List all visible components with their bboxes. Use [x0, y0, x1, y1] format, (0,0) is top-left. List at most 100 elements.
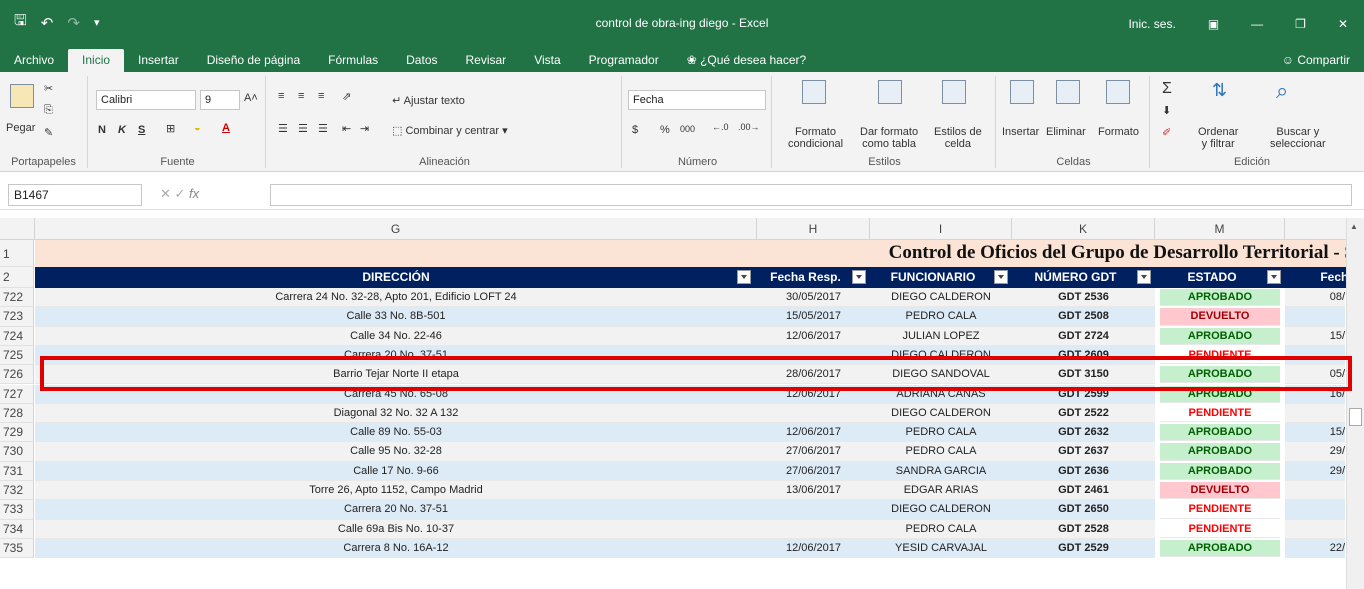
clear-icon[interactable]: ✐: [1162, 126, 1171, 139]
wrap-text-button[interactable]: ↵ Ajustar texto: [392, 94, 465, 107]
scrollbar-thumb[interactable]: [1349, 408, 1362, 426]
row-header[interactable]: 728: [0, 403, 34, 424]
row-header[interactable]: 734: [0, 519, 34, 539]
cell-direccion[interactable]: Calle 95 No. 32-28: [35, 442, 757, 462]
cell-fecha[interactable]: 13/06/2017: [757, 481, 870, 501]
cell-fecha2[interactable]: 15/: [1285, 326, 1345, 346]
filter-dropdown-icon[interactable]: [737, 270, 751, 284]
merge-center-button[interactable]: ⬚ Combinar y centrar ▾: [392, 124, 508, 137]
tab-formulas[interactable]: Fórmulas: [314, 49, 392, 72]
cell-funcionario[interactable]: PEDRO CALA: [870, 423, 1012, 443]
row-header-1[interactable]: 1: [0, 240, 34, 267]
increase-indent-icon[interactable]: ⇥: [360, 122, 369, 135]
row-header[interactable]: 729: [0, 423, 34, 443]
row-header-2[interactable]: 2: [0, 267, 34, 288]
name-box[interactable]: B1467: [8, 184, 142, 206]
paste-icon[interactable]: [10, 84, 34, 108]
autosum-icon[interactable]: Σ: [1162, 80, 1172, 98]
row-header[interactable]: 724: [0, 326, 34, 346]
cell-numero[interactable]: GDT 2536: [1012, 288, 1155, 308]
row-header[interactable]: 730: [0, 442, 34, 462]
cell-numero[interactable]: GDT 2529: [1012, 538, 1155, 559]
borders-icon[interactable]: ⊞: [166, 122, 175, 135]
cell-fecha[interactable]: 12/06/2017: [757, 423, 870, 443]
tab-programador[interactable]: Programador: [575, 49, 673, 72]
row-header[interactable]: 726: [0, 365, 34, 385]
cell-direccion[interactable]: Torre 26, Apto 1152, Campo Madrid: [35, 481, 757, 501]
filter-dropdown-icon[interactable]: [1137, 270, 1151, 284]
tab-diseno[interactable]: Diseño de página: [193, 49, 314, 72]
row-header[interactable]: 727: [0, 384, 34, 404]
cell-numero[interactable]: GDT 2528: [1012, 519, 1155, 539]
decrease-decimal-icon[interactable]: .00→: [738, 122, 760, 132]
status-badge[interactable]: APROBADO: [1160, 462, 1280, 480]
row-header[interactable]: 732: [0, 481, 34, 501]
sort-filter-button[interactable]: Ordenar y filtrar: [1198, 126, 1238, 150]
cell-fecha2[interactable]: 22/: [1285, 538, 1345, 559]
row-header[interactable]: 735: [0, 538, 34, 559]
cell-direccion[interactable]: Diagonal 32 No. 32 A 132: [35, 403, 757, 424]
bold-icon[interactable]: N: [98, 124, 106, 136]
status-badge[interactable]: PENDIENTE: [1160, 520, 1280, 538]
font-name-select[interactable]: Calibri: [96, 90, 196, 110]
fill-icon[interactable]: ⬇: [1162, 104, 1171, 117]
minimize-icon[interactable]: —: [1235, 17, 1279, 31]
status-badge[interactable]: APROBADO: [1160, 327, 1280, 345]
cell-fecha[interactable]: 30/05/2017: [757, 288, 870, 308]
align-right-icon[interactable]: ☰: [318, 122, 328, 135]
status-badge[interactable]: APROBADO: [1160, 539, 1280, 558]
cell-numero[interactable]: GDT 2522: [1012, 403, 1155, 424]
column-header-n[interactable]: [1285, 218, 1355, 240]
vertical-scrollbar[interactable]: ▲: [1346, 218, 1364, 589]
tab-vista[interactable]: Vista: [520, 49, 574, 72]
cell-funcionario[interactable]: YESID CARVAJAL: [870, 538, 1012, 559]
thousands-button[interactable]: 000: [680, 124, 695, 134]
status-badge[interactable]: APROBADO: [1160, 424, 1280, 442]
number-format-select[interactable]: Fecha: [628, 90, 766, 110]
filter-dropdown-icon[interactable]: [852, 270, 866, 284]
cell-fecha2[interactable]: 08/: [1285, 288, 1345, 308]
cell-funcionario[interactable]: SANDRA GARCIA: [870, 461, 1012, 481]
cell-fecha[interactable]: 15/05/2017: [757, 307, 870, 327]
tab-revisar[interactable]: Revisar: [452, 49, 521, 72]
cell-funcionario[interactable]: DIEGO CALDERON: [870, 403, 1012, 424]
cell-numero[interactable]: GDT 2650: [1012, 500, 1155, 520]
insert-cells-button[interactable]: Insertar: [1002, 126, 1039, 138]
find-select-button[interactable]: Buscar y seleccionar: [1270, 126, 1326, 150]
cell-fecha2[interactable]: 15/: [1285, 423, 1345, 443]
cell-direccion[interactable]: Carrera 20 No. 37-51: [35, 500, 757, 520]
cell-numero[interactable]: GDT 2636: [1012, 461, 1155, 481]
cell-direccion[interactable]: Carrera 8 No. 16A-12: [35, 538, 757, 559]
status-badge[interactable]: APROBADO: [1160, 289, 1280, 307]
status-badge[interactable]: APROBADO: [1160, 443, 1280, 461]
cell-numero[interactable]: GDT 2632: [1012, 423, 1155, 443]
align-center-icon[interactable]: ☰: [298, 122, 308, 135]
cell-direccion[interactable]: Calle 33 No. 8B-501: [35, 307, 757, 327]
status-badge[interactable]: PENDIENTE: [1160, 501, 1280, 519]
row-header[interactable]: 723: [0, 307, 34, 327]
cell-fecha[interactable]: 12/06/2017: [757, 326, 870, 346]
cell-fecha2[interactable]: [1285, 500, 1345, 520]
align-bottom-icon[interactable]: ≡: [318, 90, 324, 102]
cell-fecha[interactable]: 12/06/2017: [757, 538, 870, 559]
delete-cells-button[interactable]: Eliminar: [1046, 126, 1086, 138]
cell-funcionario[interactable]: EDGAR ARIAS: [870, 481, 1012, 501]
column-header-h[interactable]: H: [757, 218, 870, 240]
cell-funcionario[interactable]: PEDRO CALA: [870, 519, 1012, 539]
cell-direccion[interactable]: Calle 34 No. 22-46: [35, 326, 757, 346]
format-painter-icon[interactable]: ✎: [44, 126, 53, 139]
column-header-k[interactable]: K: [1012, 218, 1155, 240]
cell-fecha[interactable]: [757, 500, 870, 520]
conditional-format-button[interactable]: Formato condicional: [788, 126, 843, 150]
filter-dropdown-icon[interactable]: [994, 270, 1008, 284]
close-icon[interactable]: ✕: [1322, 17, 1364, 31]
row-header[interactable]: 731: [0, 461, 34, 481]
cell-funcionario[interactable]: JULIAN LOPEZ: [870, 326, 1012, 346]
cell-numero[interactable]: GDT 2637: [1012, 442, 1155, 462]
cell-fecha2[interactable]: [1285, 481, 1345, 501]
cell-funcionario[interactable]: PEDRO CALA: [870, 442, 1012, 462]
format-table-button[interactable]: Dar formato como tabla: [860, 126, 918, 150]
cell-direccion[interactable]: Calle 89 No. 55-03: [35, 423, 757, 443]
cell-direccion[interactable]: Calle 69a Bis No. 10-37: [35, 519, 757, 539]
formula-input[interactable]: [270, 184, 1352, 206]
